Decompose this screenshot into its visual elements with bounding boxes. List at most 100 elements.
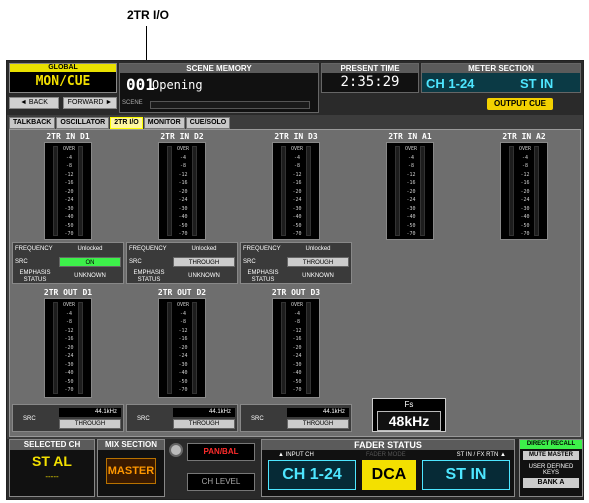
tab-cue-solo[interactable]: CUE/SOLO bbox=[185, 117, 231, 129]
meter-in-d1: 2TR IN D1 OVER -4 -8 -12 -16 -20 -24 -30 -40 -50 -… bbox=[12, 132, 124, 240]
scale-tick: -4 bbox=[293, 154, 301, 161]
tab-talkback[interactable]: TALKBACK bbox=[9, 117, 56, 129]
scale-tick: -24 bbox=[406, 197, 416, 203]
scale-tick: -40 bbox=[64, 370, 74, 376]
tab-2tr-io[interactable]: 2TR I/O bbox=[110, 117, 143, 129]
meter-header: METER SECTION bbox=[422, 64, 580, 73]
mix-label: MIX SECTION bbox=[98, 440, 164, 450]
meter-in-d2: 2TR IN D2 OVER -4 -8 -12 -16 -20 -24 -30 -40 -50 -… bbox=[126, 132, 238, 240]
scene-memory[interactable]: SCENE MEMORY 001 Opening SCENE bbox=[119, 63, 319, 113]
scale-tick: -24 bbox=[178, 353, 188, 359]
scene-number: 001 bbox=[126, 75, 155, 94]
level-meter: OVER -4 -8 -12 -16 -20 -24 -30 -40 -50 -70 bbox=[386, 142, 434, 240]
ch-level-button[interactable]: CH LEVEL bbox=[187, 473, 255, 491]
callout-label: 2TR I/O bbox=[126, 8, 169, 22]
back-button[interactable]: ◄ BACK bbox=[9, 97, 59, 109]
scale-tick: -20 bbox=[406, 188, 416, 195]
scale-tick: -12 bbox=[406, 171, 416, 178]
knob-icon[interactable] bbox=[169, 443, 183, 457]
scale-tick: -30 bbox=[406, 205, 416, 212]
meter-strip bbox=[509, 146, 514, 236]
scale-tick: -8 bbox=[65, 163, 73, 169]
scale-tick: -24 bbox=[64, 353, 74, 359]
scale-tick: -70 bbox=[292, 231, 302, 237]
direct-recall-label: DIRECT RECALL bbox=[520, 440, 582, 449]
meter-strip bbox=[420, 146, 425, 236]
src-button[interactable]: THROUGH bbox=[287, 257, 349, 267]
scale-tick: -24 bbox=[292, 353, 302, 359]
direct-recall: DIRECT RECALL MUTE MASTER USER DEFINED K… bbox=[519, 439, 583, 497]
src-button[interactable]: ON bbox=[59, 257, 121, 267]
pan-bal-button[interactable]: PAN/BAL bbox=[187, 443, 255, 461]
scale-tick: -4 bbox=[293, 310, 301, 317]
scale-tick: OVER bbox=[62, 302, 76, 308]
scene-progress bbox=[150, 101, 310, 109]
scale-tick: -30 bbox=[520, 205, 530, 212]
src-label: SRC bbox=[137, 416, 150, 422]
meter-out-d3: 2TR OUT D3 OVER -4 -8 -12 -16 -20 -24 -30 -40 -50… bbox=[240, 288, 352, 398]
meter-strip bbox=[78, 146, 83, 236]
fs-display: Fs 48kHz bbox=[372, 398, 446, 432]
src-button[interactable]: THROUGH bbox=[173, 257, 235, 267]
present-time-value: 2:35:29 bbox=[340, 74, 400, 90]
forward-button[interactable]: FORWARD ► bbox=[63, 97, 117, 109]
scale-tick: OVER bbox=[176, 302, 190, 308]
meter-in-d3: 2TR IN D3 OVER -4 -8 -12 -16 -20 -24 -30 -40 -50 -… bbox=[240, 132, 352, 240]
level-meter: OVER -4 -8 -12 -16 -20 -24 -30 -40 -50 -70 bbox=[272, 142, 320, 240]
meter-scale: OVER -4 -8 -12 -16 -20 -24 -30 -40 -50 -70 bbox=[518, 145, 532, 239]
src-button[interactable]: THROUGH bbox=[59, 419, 121, 429]
scale-tick: -8 bbox=[407, 163, 415, 169]
meter-title: 2TR OUT D1 bbox=[43, 288, 93, 297]
mute-master-button[interactable]: MUTE MASTER bbox=[523, 451, 579, 460]
scale-tick: -16 bbox=[178, 180, 188, 186]
src-label: SRC bbox=[251, 416, 264, 422]
scale-tick: -24 bbox=[520, 197, 530, 203]
src-label: SRC bbox=[243, 259, 256, 265]
scale-tick: -70 bbox=[64, 387, 74, 393]
tab-monitor[interactable]: MONITOR bbox=[143, 117, 185, 129]
scale-tick: -30 bbox=[292, 205, 302, 212]
bank-button[interactable]: BANK A bbox=[523, 478, 579, 488]
emphasis-value: UNKNOWN bbox=[302, 273, 334, 279]
tab-oscillator[interactable]: OSCILLATOR bbox=[56, 117, 110, 129]
meter-strip bbox=[167, 146, 172, 236]
selected-ch-sub: ----- bbox=[45, 472, 59, 481]
scale-tick: -8 bbox=[179, 163, 187, 169]
scale-tick: -8 bbox=[293, 319, 301, 325]
scale-tick: OVER bbox=[290, 302, 304, 308]
scale-tick: -30 bbox=[292, 361, 302, 368]
scale-tick: -50 bbox=[64, 222, 74, 229]
selected-ch[interactable]: SELECTED CH ST AL ----- bbox=[9, 439, 95, 497]
scale-tick: -30 bbox=[178, 205, 188, 212]
scale-tick: -4 bbox=[179, 154, 187, 161]
global-panel: GLOBAL MON/CUE bbox=[9, 63, 117, 93]
present-time-header: PRESENT TIME bbox=[322, 64, 418, 73]
input-ch-button[interactable]: CH 1-24 bbox=[268, 460, 356, 490]
level-meter: OVER -4 -8 -12 -16 -20 -24 -30 -40 -50 -70 bbox=[500, 142, 548, 240]
emphasis-label: EMPHASIS STATUS bbox=[247, 270, 279, 283]
scale-tick: -20 bbox=[178, 344, 188, 351]
sample-rate: 44.1kHz bbox=[287, 408, 349, 417]
meter-left: CH 1-24 bbox=[426, 76, 475, 91]
fader-mode-button[interactable]: DCA bbox=[362, 460, 416, 490]
level-meter: OVER -4 -8 -12 -16 -20 -24 -30 -40 -50 -70 bbox=[44, 142, 92, 240]
meter-strip bbox=[306, 302, 311, 394]
frequency-value: Unlocked bbox=[77, 246, 103, 252]
info-in-d3: FREQUENCY Unlocked SRC THROUGH EMPHASIS … bbox=[240, 242, 352, 284]
sample-rate: 44.1kHz bbox=[59, 408, 121, 417]
meter-scale: OVER -4 -8 -12 -16 -20 -24 -30 -40 -50 -70 bbox=[290, 301, 304, 395]
scale-tick: -4 bbox=[521, 154, 529, 161]
mix-section[interactable]: MIX SECTION MASTER bbox=[97, 439, 165, 497]
frequency-value: Unlocked bbox=[305, 246, 331, 252]
meter-section[interactable]: METER SECTION CH 1-24 ST IN bbox=[421, 63, 581, 93]
src-label: SRC bbox=[129, 259, 142, 265]
st-in-button[interactable]: ST IN bbox=[422, 460, 510, 490]
meter-out-d2: 2TR OUT D2 OVER -4 -8 -12 -16 -20 -24 -30 -40 -50… bbox=[126, 288, 238, 398]
src-button[interactable]: THROUGH bbox=[173, 419, 235, 429]
global-value[interactable]: MON/CUE bbox=[10, 72, 116, 92]
scene-label: SCENE bbox=[122, 100, 143, 106]
scene-title: Opening bbox=[152, 78, 203, 92]
src-button[interactable]: THROUGH bbox=[287, 419, 349, 429]
scale-tick: -12 bbox=[64, 327, 74, 334]
scale-tick: -12 bbox=[178, 171, 188, 178]
